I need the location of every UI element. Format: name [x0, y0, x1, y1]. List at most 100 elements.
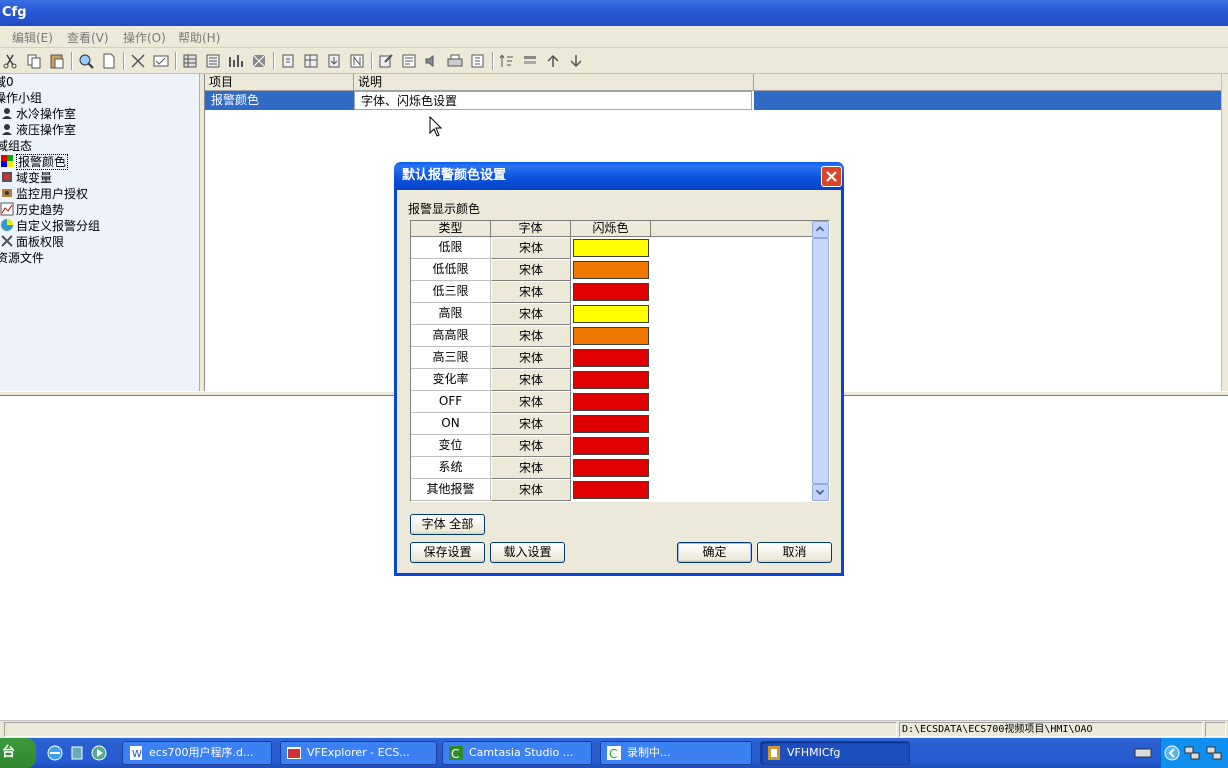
font-button[interactable]: 宋体: [491, 347, 571, 369]
media-icon[interactable]: [90, 744, 108, 762]
taskbar-item-word-doc[interactable]: W ecs700用户程序.d...: [122, 741, 272, 765]
font-button[interactable]: 宋体: [491, 479, 571, 501]
tray-expand-icon[interactable]: [1163, 744, 1181, 762]
menu-view[interactable]: 查看(V): [67, 29, 109, 46]
flash-color-swatch[interactable]: [573, 393, 649, 411]
network-icon-2[interactable]: [1205, 744, 1223, 762]
tree-item-operator-group[interactable]: 操作小组: [0, 90, 42, 106]
flash-color-swatch[interactable]: [573, 371, 649, 389]
taskbar-item-camtasia[interactable]: C Camtasia Studio ...: [442, 741, 592, 765]
cancel-button[interactable]: 取消: [757, 542, 832, 563]
alarm-type-cell[interactable]: ON: [411, 413, 491, 435]
grid-header-flash-color[interactable]: 闪烁色: [571, 221, 651, 237]
table-icon[interactable]: [302, 52, 320, 70]
font-button[interactable]: 宋体: [491, 457, 571, 479]
pattern-icon[interactable]: [250, 52, 268, 70]
ie-icon[interactable]: [46, 744, 64, 762]
flash-color-swatch[interactable]: [573, 481, 649, 499]
edit-icon[interactable]: [377, 52, 395, 70]
tree-item-resource-files[interactable]: 资源文件: [0, 250, 44, 266]
menu-edit[interactable]: 编辑(E): [12, 29, 53, 46]
network-icon[interactable]: [1183, 744, 1201, 762]
tree-item-domain[interactable]: 域0: [0, 74, 14, 90]
menu-operate[interactable]: 操作(O): [123, 29, 166, 46]
app-icon[interactable]: [68, 744, 86, 762]
tree-item-panel-permission[interactable]: 面板权限: [0, 234, 64, 250]
new-doc-icon[interactable]: [100, 52, 118, 70]
tree-item-hydraulic-room[interactable]: 液压操作室: [0, 122, 76, 138]
list-row-description[interactable]: 字体、闪烁色设置: [354, 91, 752, 110]
load-settings-button[interactable]: 载入设置: [490, 542, 565, 563]
scroll-thumb[interactable]: [812, 238, 829, 484]
grid-view-icon[interactable]: [181, 52, 199, 70]
sort-icon[interactable]: [498, 52, 516, 70]
column-header-item[interactable]: 项目: [205, 74, 354, 91]
tree-item-domain-config[interactable]: 域组态: [0, 138, 32, 154]
menu-help[interactable]: 帮助(H): [178, 29, 220, 46]
export-icon[interactable]: [325, 52, 343, 70]
list-view-icon[interactable]: [204, 52, 222, 70]
font-button[interactable]: 宋体: [491, 303, 571, 325]
alarm-type-cell[interactable]: 高三限: [411, 347, 491, 369]
flash-color-swatch[interactable]: [573, 305, 649, 323]
list-row-selection-fill[interactable]: [754, 91, 1221, 110]
cut-icon[interactable]: [2, 52, 20, 70]
alarm-type-cell[interactable]: 低三限: [411, 281, 491, 303]
alarm-type-cell[interactable]: 高高限: [411, 325, 491, 347]
tree-item-custom-alarm-group[interactable]: 自定义报警分组: [0, 218, 100, 234]
window-title-bar[interactable]: Cfg: [0, 0, 1228, 26]
font-button[interactable]: 宋体: [491, 369, 571, 391]
taskbar-item-vfhmicfg[interactable]: VFHMICfg: [760, 741, 910, 765]
font-all-button[interactable]: 字体 全部: [410, 514, 485, 535]
grid-header-font[interactable]: 字体: [491, 221, 571, 237]
ok-button[interactable]: 确定: [677, 542, 752, 563]
start-button[interactable]: 台: [0, 738, 36, 768]
tree-item-water-cooling-room[interactable]: 水冷操作室: [0, 106, 76, 122]
layers-icon[interactable]: [521, 52, 539, 70]
flash-color-swatch[interactable]: [573, 327, 649, 345]
chart-view-icon[interactable]: [227, 52, 245, 70]
scroll-down-button[interactable]: [812, 484, 829, 501]
alarm-type-cell[interactable]: 低低限: [411, 259, 491, 281]
delete-icon[interactable]: [129, 52, 147, 70]
taskbar-item-recording[interactable]: C 录制中...: [600, 741, 752, 765]
tree-item-domain-variables[interactable]: 域变量: [0, 170, 52, 186]
flash-color-swatch[interactable]: [573, 239, 649, 257]
import-icon[interactable]: [279, 52, 297, 70]
print-icon[interactable]: [446, 52, 464, 70]
font-button[interactable]: 宋体: [491, 435, 571, 457]
page-icon[interactable]: [469, 52, 487, 70]
grid-scrollbar[interactable]: [812, 221, 829, 501]
move-up-icon[interactable]: [544, 52, 562, 70]
flash-color-swatch[interactable]: [573, 349, 649, 367]
move-down-icon[interactable]: [567, 52, 585, 70]
alarm-type-cell[interactable]: 变化率: [411, 369, 491, 391]
flash-color-swatch[interactable]: [573, 283, 649, 301]
flash-color-swatch[interactable]: [573, 459, 649, 477]
alarm-type-cell[interactable]: 低限: [411, 237, 491, 259]
font-button[interactable]: 宋体: [491, 325, 571, 347]
alarm-type-cell[interactable]: 系统: [411, 457, 491, 479]
dialog-title-bar[interactable]: 默认报警颜色设置: [394, 162, 844, 190]
note-icon[interactable]: [348, 52, 366, 70]
alarm-type-cell[interactable]: 高限: [411, 303, 491, 325]
copy-icon[interactable]: [25, 52, 43, 70]
alarm-type-cell[interactable]: 其他报警: [411, 479, 491, 501]
font-button[interactable]: 宋体: [491, 259, 571, 281]
grid-header-type[interactable]: 类型: [411, 221, 491, 237]
alarm-type-cell[interactable]: 变位: [411, 435, 491, 457]
tree-item-history-trend[interactable]: 历史趋势: [0, 202, 64, 218]
scroll-up-button[interactable]: [812, 221, 829, 238]
flash-color-swatch[interactable]: [573, 261, 649, 279]
save-settings-button[interactable]: 保存设置: [410, 542, 485, 563]
find-icon[interactable]: [77, 52, 95, 70]
list-scrollbar[interactable]: [1221, 74, 1228, 391]
font-button[interactable]: 宋体: [491, 281, 571, 303]
properties-icon[interactable]: [152, 52, 170, 70]
flash-color-swatch[interactable]: [573, 437, 649, 455]
taskbar-item-vfexplorer[interactable]: VFExplorer - ECS...: [280, 741, 437, 765]
keyboard-icon[interactable]: [1134, 744, 1152, 762]
paste-icon[interactable]: [48, 52, 66, 70]
flash-color-swatch[interactable]: [573, 415, 649, 433]
tree-item-alarm-color[interactable]: 报警颜色: [0, 154, 69, 170]
